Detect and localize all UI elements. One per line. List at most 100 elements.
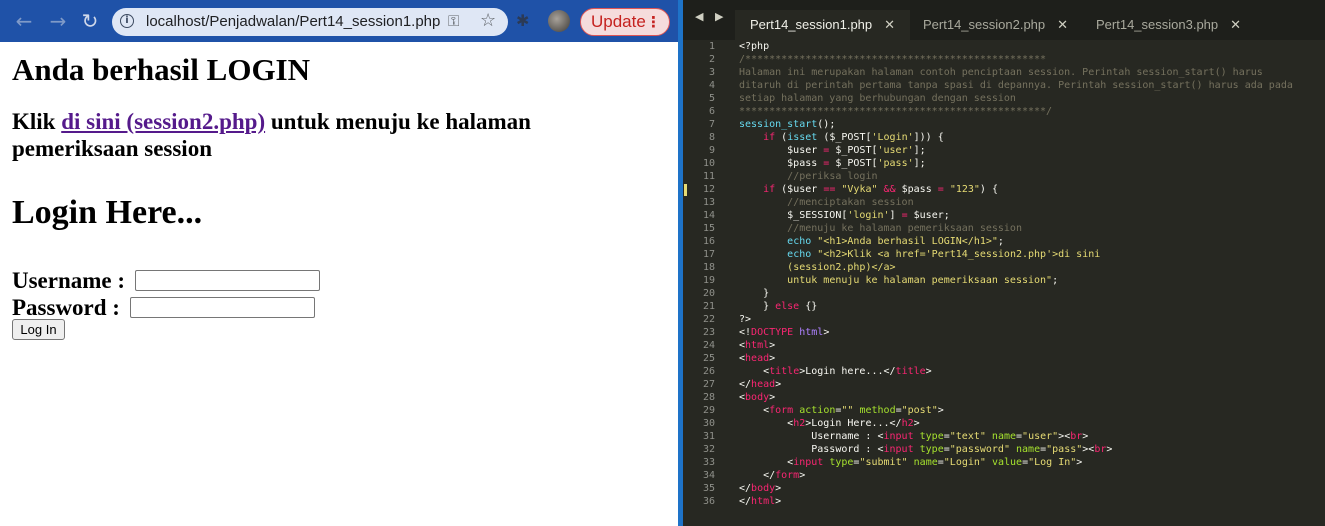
code-line[interactable]: 22 ?> [683,313,1325,326]
code-token: < [739,457,794,468]
login-button[interactable]: Log In [12,319,65,340]
code-token: < [739,418,794,429]
code-line[interactable]: 16 echo "<h1>Anda berhasil LOGIN</h1>"; [683,235,1325,248]
code-line[interactable]: 29 <form action="" method="post"> [683,404,1325,417]
line-number: 14 [702,210,715,221]
line-number: 33 [702,457,715,468]
code-line[interactable]: 26 <title>Login here...</title> [683,365,1325,378]
code-line[interactable]: 15 //menuju ke halaman pemeriksaan sessi… [683,222,1325,235]
code-token: type [919,444,944,455]
code-token: </ [739,470,776,481]
code-area[interactable]: 1 <?php 2 /********************************… [683,40,1325,508]
code-line[interactable]: 17 echo "<h2>Klik <a href='Pert14_sessio… [683,248,1325,261]
code-line[interactable]: 2 /**************************************… [683,53,1325,66]
code-line[interactable]: 24 <html> [683,339,1325,352]
line-number: 35 [702,483,715,494]
code-line[interactable]: 11 //periksa login [683,170,1325,183]
tab-session3[interactable]: Pert14_session3.php ✕ [1096,10,1241,40]
code-token: 'pass' [877,158,914,169]
code-token: br [1070,431,1083,442]
code-line[interactable]: 32 Password : <input type="password" nam… [683,443,1325,456]
code-token: input [793,457,824,468]
code-line[interactable]: 9 $user = $_POST['user']; [683,144,1325,157]
code-line[interactable]: 25 <head> [683,352,1325,365]
info-icon[interactable]: i [120,14,134,28]
code-token: "user" [1022,431,1059,442]
line-number: 9 [708,145,715,156]
code-line[interactable]: 28 <body> [683,391,1325,404]
code-token: h2 [793,418,806,429]
line-number: 18 [702,262,715,273]
extensions-icon[interactable]: ✱ [516,12,534,30]
session2-link[interactable]: di sini (session2.php) [61,109,265,134]
code-line[interactable]: 3 Halaman ini merupakan halaman contoh pe… [683,66,1325,79]
code-token: > [913,418,920,429]
code-line[interactable]: 21 } else {} [683,300,1325,313]
code-token: 'Login' [871,132,914,143]
code-token: echo [787,236,812,247]
code-token: $_POST[ [829,158,878,169]
code-token: body [745,392,770,403]
code-token: ]; [913,158,926,169]
close-icon[interactable]: ✕ [884,17,895,32]
line-number: 34 [702,470,715,481]
reload-icon[interactable]: ↻ [78,9,102,33]
code-line[interactable]: 7 session_start(); [683,118,1325,131]
code-line[interactable]: 34 </form> [683,469,1325,482]
code-token: $_SESSION[ [739,210,848,221]
line-number: 5 [708,93,715,104]
browser-window: ← → ↻ i localhost/Penjadwalan/Pert14_ses… [0,0,680,526]
update-button[interactable]: Update ⋮ [580,8,670,36]
code-token: "post" [901,405,938,416]
code-line[interactable]: 5 setiap halaman yang berhubungan dengan … [683,92,1325,105]
close-icon[interactable]: ✕ [1057,17,1068,32]
code-line[interactable]: 19 untuk menuju ke halaman pemeriksaan s… [683,274,1325,287]
menu-dots-icon[interactable]: ⋮ [646,9,661,35]
code-line[interactable]: 6 ***************************************… [683,105,1325,118]
code-token: name [991,431,1017,442]
password-input[interactable] [129,297,315,319]
tab-nav-arrows-icon[interactable]: ◀ ▶ [695,10,727,23]
code-token: //periksa login [787,171,878,182]
forward-icon[interactable]: → [46,9,70,33]
code-line[interactable]: 23 <!DOCTYPE html> [683,326,1325,339]
code-token: echo [787,249,812,260]
url-text[interactable]: localhost/Penjadwalan/Pert14_session1.ph… [146,8,440,36]
code-line[interactable]: 4 ditaruh di perintah pertama tanpa spasi… [683,79,1325,92]
code-token: {} [799,301,818,312]
code-line[interactable]: 10 $pass = $_POST['pass']; [683,157,1325,170]
code-line[interactable]: 20 } [683,287,1325,300]
username-input[interactable] [134,270,320,292]
line-number: 10 [702,158,715,169]
password-label: Password : [12,294,120,320]
key-icon[interactable]: ⚿ [448,12,459,30]
code-token: $user [739,145,824,156]
username-row: Username : [12,266,320,294]
line-number: 8 [708,132,715,143]
code-line[interactable]: 14 $_SESSION['login'] = $user; [683,209,1325,222]
code-line[interactable]: 30 <h2>Login Here...</h2> [683,417,1325,430]
code-line[interactable]: 36 </html> [683,495,1325,508]
code-line[interactable]: 35 </body> [683,482,1325,495]
code-token: type [829,457,854,468]
code-line[interactable]: 31 Username : <input type="text" name="u… [683,430,1325,443]
tab-session1[interactable]: Pert14_session1.php ✕ [735,10,911,40]
address-bar[interactable]: i localhost/Penjadwalan/Pert14_session1.… [112,8,508,36]
code-token: Username : < [739,431,884,442]
avatar[interactable] [548,10,570,32]
code-line[interactable]: 13 //menciptakan session [683,196,1325,209]
code-line[interactable]: 27 </head> [683,378,1325,391]
tab-session2[interactable]: Pert14_session2.php ✕ [923,10,1068,40]
code-token: Halaman ini merupakan halaman contoh pen… [739,67,1263,78]
code-line[interactable]: 33 <input type="submit" name="Login" val… [683,456,1325,469]
star-icon[interactable]: ☆ [480,10,496,31]
code-line[interactable]: 8 if (isset ($_POST['Login'])) { [683,131,1325,144]
code-token: input [883,444,914,455]
back-icon[interactable]: ← [12,9,36,33]
close-icon[interactable]: ✕ [1230,17,1241,32]
code-token: ] [889,210,902,221]
code-line[interactable]: 12 if ($user == "Vyka" && $pass = "123")… [683,183,1325,196]
code-line[interactable]: 18 (session2.php)</a> [683,261,1325,274]
code-line[interactable]: 1 <?php [683,40,1325,53]
